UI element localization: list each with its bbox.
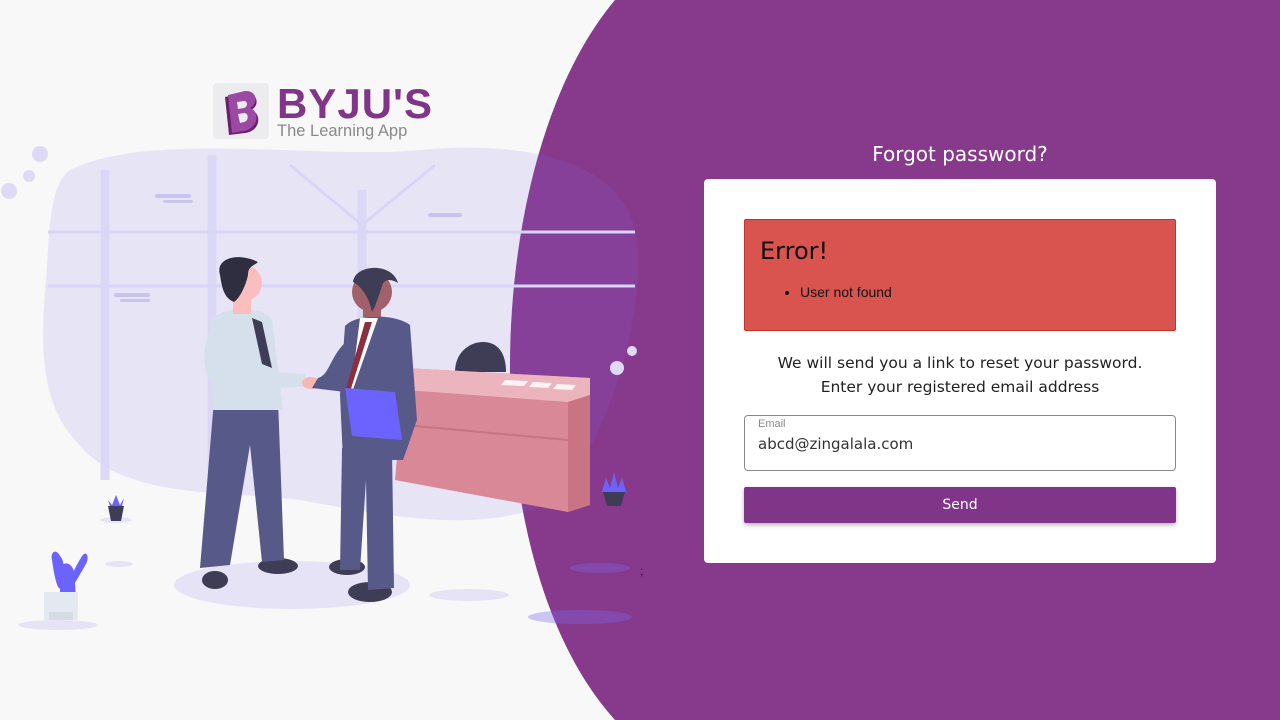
email-input[interactable]	[758, 433, 1158, 455]
reset-instructions: We will send you a link to reset your pa…	[704, 351, 1216, 399]
error-message: User not found	[800, 282, 892, 302]
email-label: Email	[758, 418, 786, 430]
error-title: Error!	[760, 237, 829, 265]
instructions-line-1: We will send you a link to reset your pa…	[777, 354, 1143, 372]
error-alert: Error! User not found	[744, 219, 1176, 331]
brand-tagline: The Learning App	[277, 122, 408, 140]
byjus-logo: BYJU'S The Learning App	[213, 81, 432, 143]
error-list: User not found	[800, 282, 892, 302]
page-title: Forgot password?	[872, 142, 1048, 166]
stray-text: ;	[640, 564, 644, 578]
byjus-logo-mark-icon	[213, 83, 269, 139]
email-field: Email	[744, 415, 1176, 471]
send-button[interactable]: Send	[744, 487, 1176, 523]
forgot-password-card: Error! User not found We will send you a…	[704, 179, 1216, 563]
instructions-line-2: Enter your registered email address	[820, 378, 1100, 396]
